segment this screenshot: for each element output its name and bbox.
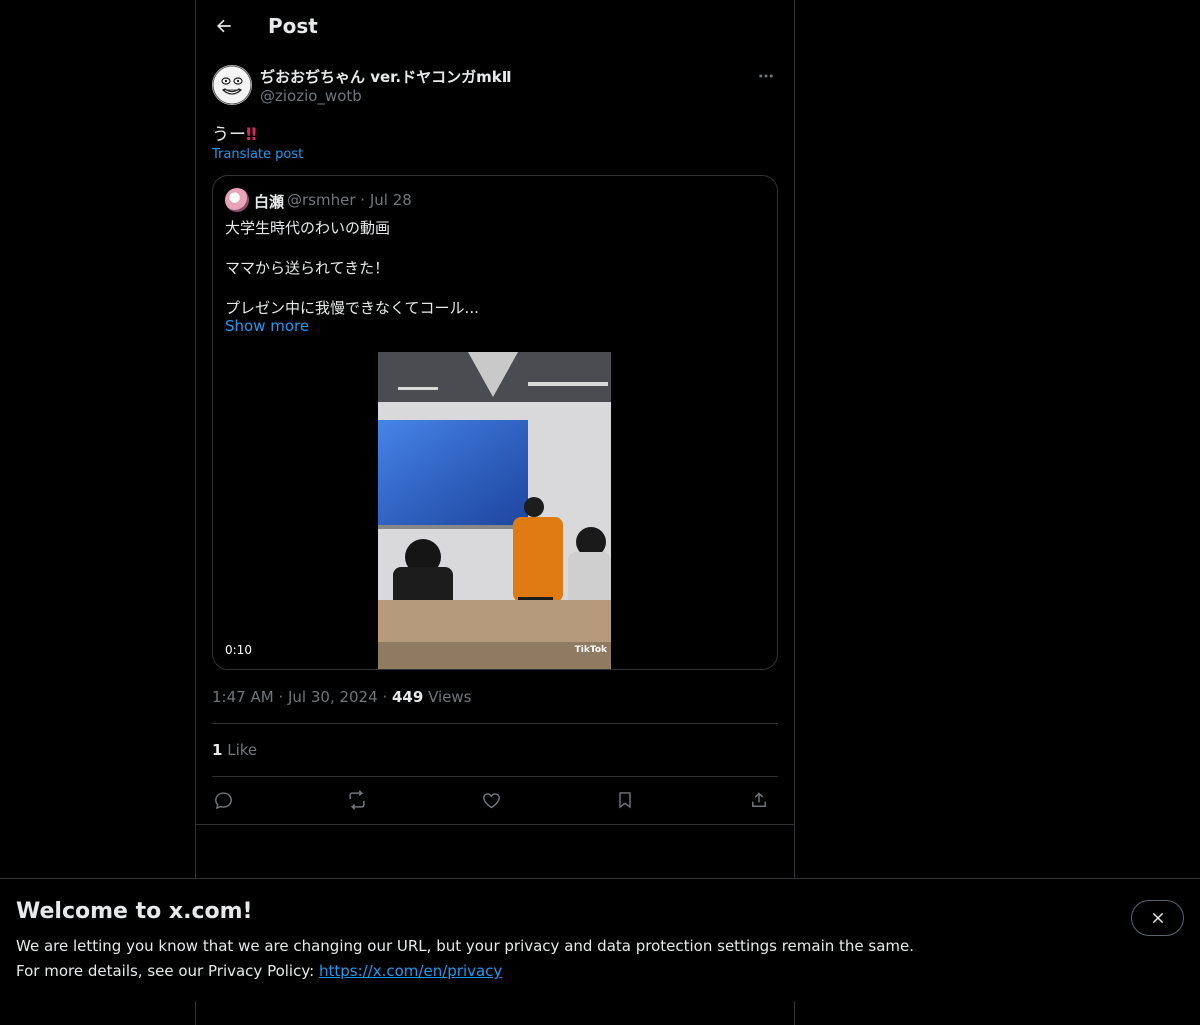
divider [196,824,794,825]
quote-avatar[interactable] [225,188,249,212]
divider [212,776,778,777]
privacy-policy-link[interactable]: https://x.com/en/privacy [319,962,502,980]
video-player[interactable]: TikTok [378,352,611,669]
views-label: Views [428,688,472,706]
share-icon [752,792,766,807]
likes-label: Like [227,741,258,759]
author-handle[interactable]: @ziozio_wotb [260,87,362,105]
quote-author-name[interactable]: 白瀬 [254,191,284,212]
divider [212,723,778,724]
quote-date[interactable]: Jul 28 [370,191,412,209]
repost-button[interactable] [343,786,371,814]
quoted-post[interactable]: 白瀬 @rsmher · Jul 28 大学生時代のわいの動画 ママから送られて… [212,175,778,670]
likes-summary[interactable]: 1 Like [212,741,257,759]
repost-icon [349,790,365,810]
post-author: ぢおおぢちゃん ver.ドヤコンガmkⅡ @ziozio_wotb [212,64,778,108]
page-title: Post [268,14,318,38]
back-button[interactable] [208,10,240,42]
bookmark-icon [619,792,631,809]
bookmark-button[interactable] [611,786,639,814]
post-header: Post [196,0,794,54]
post-metadata: 1:47 AM · Jul 30, 2024 · 449 Views [212,688,472,706]
banner-privacy-prefix: For more details, see our Privacy Policy… [16,962,315,980]
close-icon [1152,912,1163,924]
views-count: 449 [391,688,424,706]
quote-author-meta: @rsmher · Jul 28 [287,191,412,209]
like-button[interactable] [477,786,505,814]
show-more-link[interactable]: Show more [225,317,309,335]
arrow-left-icon [217,19,231,33]
quote-author-handle[interactable]: @rsmher [287,191,356,209]
post-date[interactable]: Jul 30, 2024 [288,688,378,706]
reply-icon [214,791,232,809]
quote-line-1: 大学生時代のわいの動画 [225,219,391,237]
tiktok-watermark: TikTok [574,645,607,655]
welcome-banner: Welcome to x.com! We are letting you kno… [0,878,1200,1001]
close-banner-button[interactable] [1131,900,1184,936]
share-button[interactable] [745,786,773,814]
translate-post-link[interactable]: Translate post [212,147,303,162]
banner-title: Welcome to x.com! [16,899,253,924]
video-duration: 0:10 [221,641,256,659]
video-frame [378,352,611,669]
post-time[interactable]: 1:47 AM [212,688,274,706]
quote-line-2: ママから送られてきた！ [225,259,390,277]
banner-message: We are letting you know that we are chan… [16,937,915,955]
post-text-body: うー [212,125,246,145]
post-text: うー‼ [212,120,257,145]
avatar[interactable] [212,65,252,105]
more-options-button[interactable] [754,64,778,88]
reply-button[interactable] [209,786,237,814]
double-exclamation-emoji: ‼ [246,125,257,145]
more-dots-icon [759,74,773,78]
separator-dot: · [360,191,370,209]
action-bar [212,786,778,814]
banner-privacy-line: For more details, see our Privacy Policy… [16,962,502,980]
post-column: Post ぢおおぢちゃん ver.ドヤコンガmkⅡ @ziozio_wotb う… [195,0,795,1025]
avatar-face-icon [212,65,252,105]
separator-dot: · [382,688,392,706]
likes-count: 1 [212,741,223,759]
separator-dot: · [278,688,288,706]
like-icon [482,792,500,808]
quote-line-3: プレゼン中に我慢できなくてコール... [225,299,479,317]
author-name[interactable]: ぢおおぢちゃん ver.ドヤコンガmkⅡ [260,66,512,87]
